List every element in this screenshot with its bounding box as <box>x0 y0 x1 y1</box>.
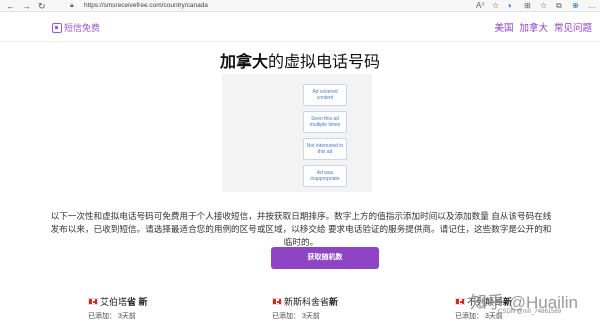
site-logo[interactable]: 短信免费 <box>52 21 100 34</box>
csdn-watermark: CSDN @m0_74861569 <box>498 309 562 315</box>
card-title: 新斯科舍省新 <box>272 295 338 308</box>
forward-icon[interactable]: → <box>22 1 31 11</box>
ad-option-seen-multiple[interactable]: Seen this ad multiple times <box>303 111 347 133</box>
intro-description: 以下一次性和虚拟电话号码可免费用于个人接收短信，并按获取日期排序。数字上方的值指… <box>50 211 552 247</box>
card-added: 已添加： 3天前 <box>88 313 136 320</box>
canada-flag-icon <box>272 298 282 305</box>
ad-option-covered-content[interactable]: Ad covered content <box>303 84 347 106</box>
favorites-icon[interactable]: ☆ <box>540 1 547 11</box>
page-title-rest: 的虚拟电话号码 <box>268 54 381 71</box>
read-aloud-icon[interactable]: A⁰ <box>476 1 485 11</box>
card-region: 艾伯塔 <box>100 297 128 307</box>
address-bar[interactable]: https://smsreceivefree.com/country/canad… <box>84 1 208 11</box>
region-card-alberta[interactable]: 艾伯塔省 新 已添加： 3天前 <box>88 295 148 321</box>
ad-option-inappropriate[interactable]: Ad was inappropriate <box>303 165 347 187</box>
favorite-icon[interactable]: ☆ <box>492 1 499 11</box>
card-badge: 新 <box>329 297 339 307</box>
card-region: 新斯科舍省 <box>284 297 330 307</box>
region-card-nova-scotia[interactable]: 新斯科舍省新 已添加： 3天前 <box>272 295 338 321</box>
reload-icon[interactable]: ↻ <box>38 1 46 11</box>
page-title: 加拿大的虚拟电话号码 <box>0 48 600 72</box>
nav-link-faq[interactable]: 常见问题 <box>554 20 592 34</box>
ad-option-not-interested[interactable]: Not interested in this ad <box>303 138 347 160</box>
card-badge: 省 新 <box>127 297 148 307</box>
canada-flag-icon <box>455 298 465 305</box>
card-title: 艾伯塔省 新 <box>88 295 148 308</box>
canada-flag-icon <box>88 298 98 305</box>
back-icon[interactable]: ← <box>6 1 15 11</box>
site-header: 短信免费 美国 加拿大 常见问题 <box>0 12 600 42</box>
nav-link-canada[interactable]: 加拿大 <box>519 20 548 34</box>
logo-icon <box>52 22 62 33</box>
top-nav: 美国 加拿大 常见问题 <box>494 20 592 34</box>
logo-text: 短信免费 <box>64 23 101 33</box>
collections-icon[interactable]: ⧉ <box>556 1 562 11</box>
card-added: 已添加： 3天前 <box>272 313 320 320</box>
page-title-bold: 加拿大 <box>219 54 268 71</box>
browser-toolbar: ← → ↻ 🔒︎ https://smsreceivefree.com/coun… <box>0 0 600 12</box>
lock-icon[interactable]: 🔒︎ <box>70 1 74 11</box>
nav-link-usa[interactable]: 美国 <box>494 20 513 34</box>
more-icon[interactable]: … <box>588 1 596 11</box>
extension-icon[interactable]: ◐ <box>508 1 513 11</box>
get-random-number-button[interactable]: 获取随机数 <box>271 247 379 269</box>
ad-feedback-box: Ad covered content Seen this ad multiple… <box>222 74 372 192</box>
split-screen-icon[interactable]: ⊞ <box>524 1 531 11</box>
profile-icon[interactable]: ⊕ <box>572 1 579 11</box>
